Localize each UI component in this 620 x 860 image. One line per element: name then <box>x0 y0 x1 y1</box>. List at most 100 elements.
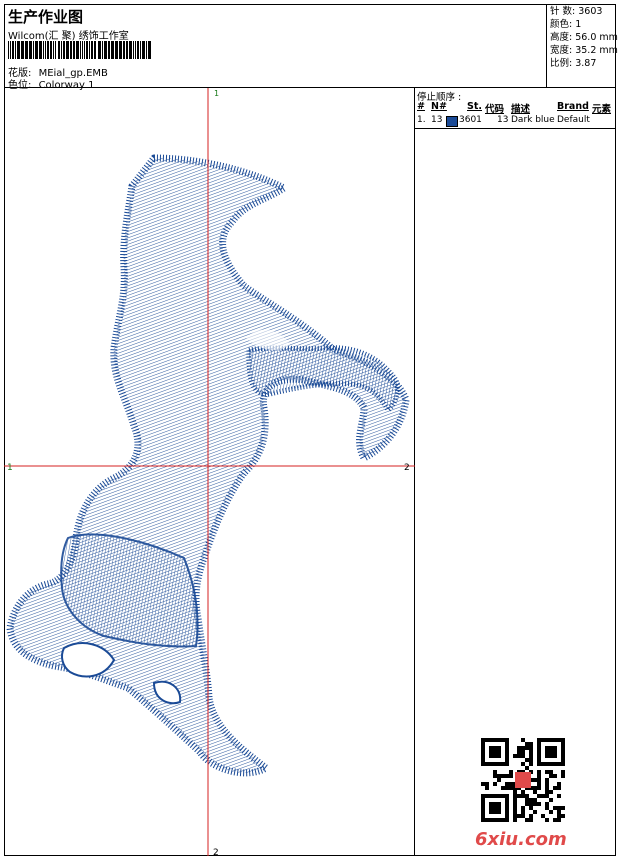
qr-module <box>553 806 557 810</box>
qr-module <box>493 774 497 778</box>
stop-sequence-panel: 停止顺序 : # N# St. 代码 描述 Brand 元素 1. 13 360… <box>415 88 616 856</box>
qr-module <box>545 750 549 754</box>
qr-module <box>497 818 501 822</box>
qr-module <box>549 790 553 794</box>
qr-module <box>533 802 537 806</box>
qr-module <box>481 798 485 802</box>
barcode-bar <box>33 41 34 59</box>
qr-module <box>505 758 509 762</box>
qr-module <box>489 818 493 822</box>
qr-module <box>549 770 553 774</box>
barcode-bar <box>119 41 122 59</box>
qr-module <box>489 762 493 766</box>
barcode-bar <box>61 41 62 59</box>
qr-module <box>509 786 513 790</box>
qr-module <box>553 786 557 790</box>
qr-module <box>513 806 517 810</box>
barcode-bar <box>12 41 14 59</box>
qr-module <box>501 762 505 766</box>
barcode-bar <box>98 41 101 59</box>
qr-module <box>553 746 557 750</box>
crosshair-right-label: 2 <box>404 463 410 473</box>
row-brand: Default <box>557 115 590 125</box>
qr-module <box>561 762 565 766</box>
qr-module <box>505 762 509 766</box>
qr-module <box>553 818 557 822</box>
qr-module <box>509 782 513 786</box>
qr-module <box>561 774 565 778</box>
qr-module <box>497 810 501 814</box>
qr-module <box>505 750 509 754</box>
qr-module <box>497 746 501 750</box>
qr-module <box>513 802 517 806</box>
qr-module <box>549 738 553 742</box>
qr-module <box>489 806 493 810</box>
qr-module <box>533 778 537 782</box>
qr-module <box>481 782 485 786</box>
qr-module <box>561 814 565 818</box>
qr-module <box>497 754 501 758</box>
qr-module <box>537 758 541 762</box>
qr-module <box>481 750 485 754</box>
qr-module <box>513 818 517 822</box>
qr-module <box>517 754 521 758</box>
qr-module <box>521 790 525 794</box>
qr-center-badge <box>515 772 531 788</box>
qr-module <box>529 742 533 746</box>
qr-module <box>525 818 529 822</box>
qr-module <box>493 810 497 814</box>
row-index: 1. <box>417 115 426 125</box>
qr-module <box>517 814 521 818</box>
qr-module <box>537 786 541 790</box>
qr-module <box>481 806 485 810</box>
barcode-bar <box>55 41 56 59</box>
qr-module <box>545 770 549 774</box>
qr-module <box>505 754 509 758</box>
barcode-bar <box>84 41 85 59</box>
barcode-bar <box>17 41 20 59</box>
barcode-bar <box>133 41 134 59</box>
qr-module <box>481 818 485 822</box>
qr-module <box>553 774 557 778</box>
qr-module <box>505 802 509 806</box>
qr-module <box>537 778 541 782</box>
barcode-bar <box>15 41 16 59</box>
qr-module <box>513 814 517 818</box>
qr-module <box>525 798 529 802</box>
barcode-bar <box>21 41 24 59</box>
barcode-bar <box>25 41 28 59</box>
qr-module <box>533 790 537 794</box>
qr-module <box>505 738 509 742</box>
barcode-bar <box>91 41 93 59</box>
qr-module <box>493 818 497 822</box>
design-scale: 比例: 3.87 <box>550 58 597 69</box>
qr-module <box>545 802 549 806</box>
qr-module <box>497 806 501 810</box>
qr-module <box>509 774 513 778</box>
qr-module <box>509 770 513 774</box>
barcode-bar <box>58 41 60 59</box>
qr-module <box>557 810 561 814</box>
qr-module <box>549 762 553 766</box>
qr-module <box>557 814 561 818</box>
qr-module <box>545 778 549 782</box>
design-width: 宽度: 35.2 mm <box>550 45 618 56</box>
col-code: 代码 <box>485 104 505 115</box>
qr-module <box>557 782 561 786</box>
col-element: 元素 <box>592 104 612 115</box>
qr-module <box>505 782 509 786</box>
qr-module <box>505 798 509 802</box>
barcode-bar <box>82 41 83 59</box>
qr-module <box>481 814 485 818</box>
qr-module <box>497 774 501 778</box>
qr-module <box>557 762 561 766</box>
qr-module <box>545 782 549 786</box>
row-needle: 13 <box>431 115 443 125</box>
col-index: # <box>417 101 425 112</box>
barcode-bar <box>53 41 54 59</box>
qr-module <box>561 746 565 750</box>
qr-module <box>493 754 497 758</box>
qr-module <box>525 766 529 770</box>
qr-module <box>525 758 529 762</box>
qr-module <box>497 738 501 742</box>
